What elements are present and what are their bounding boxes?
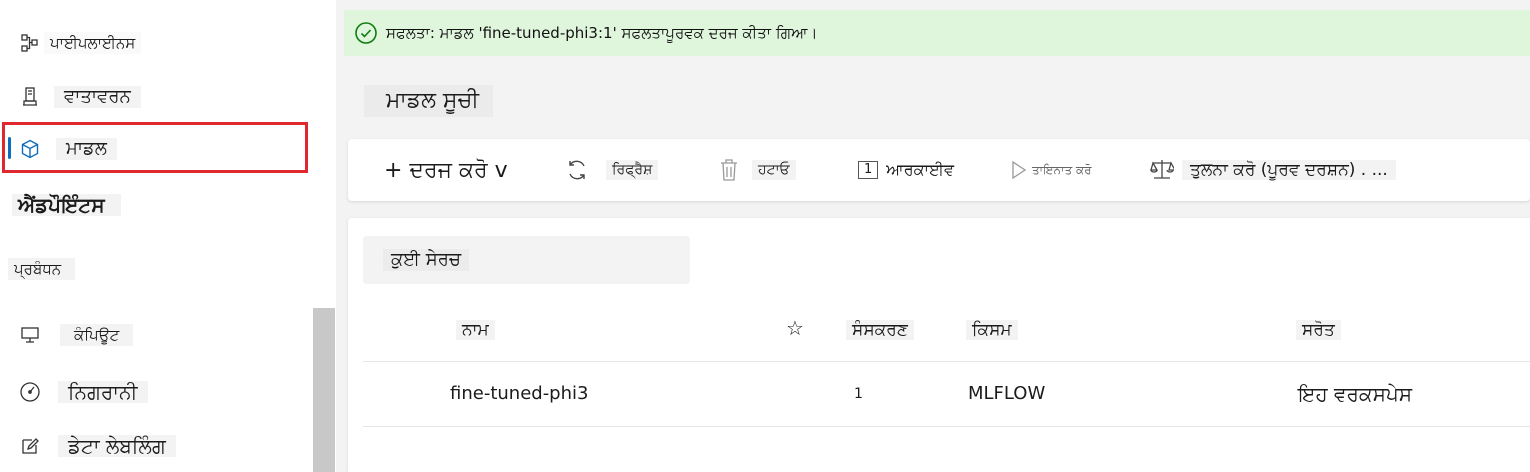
pipeline-icon [18,31,42,55]
sidebar-item-label: ਪਾਈਪਲਾਈਨਸ [44,32,142,54]
notification-text: ਸਫਲਤਾ: ਮਾਡਲ 'fine-tuned-phi3:1' ਸਫਲਤਾਪੂਰ… [386,24,818,42]
refresh-button[interactable]: ਰਿਫ੍ਰੈਸ਼ [564,139,659,201]
archive-count-badge: 1 [858,161,879,179]
sidebar-item-compute[interactable]: ਕੰਪਿਊਟ [0,322,312,348]
computer-icon [18,323,42,347]
sidebar-item-endpoints[interactable]: ਐਂਡਪੌਇੰਟਸ [0,192,312,220]
edit-icon [18,434,42,458]
page-title: ਮਾਡਲ ਸੂਚੀ [364,85,494,117]
deploy-button[interactable]: ਤਾਇਨਾਤ ਕਰੋ [1010,139,1092,201]
cell-version: 1 [854,386,863,402]
sidebar-section-manage: ਪ੍ਰਬੰਧਨ [0,256,312,280]
trash-icon [721,159,737,181]
search-input[interactable]: ਕੁਈ ਸੇਰਚ [363,236,690,284]
refresh-label: ਰਿਫ੍ਰੈਸ਼ [606,160,659,180]
sidebar-item-environments[interactable]: ਵਾਤਾਵਰਨ [0,84,312,110]
play-icon [1012,160,1027,180]
column-header-name[interactable]: ਨਾਮ [456,318,495,342]
delete-label: ਹਟਾਓ [752,160,796,180]
archive-button[interactable]: 1 ਆਰਕਾਈਵ [858,139,954,201]
sidebar-item-label: ਕੰਪਿਊਟ [60,324,134,346]
sidebar-item-data-labeling[interactable]: ਡੇਟਾ ਲੇਬਲਿੰਗ [0,432,312,460]
compare-button[interactable]: ਤੁਲਨਾ ਕਰੋ (ਪੂਰਵ ਦਰਸ਼ਨ) . ... [1150,139,1396,201]
compare-label: ਤੁਲਨਾ ਕਰੋ (ਪੂਰਵ ਦਰਸ਼ਨ) . ... [1182,160,1396,180]
sidebar-item-label: ਮਾਡਲ [56,138,117,160]
deploy-label: ਤਾਇਨਾਤ ਕਰੋ [1032,162,1092,177]
header-divider [363,361,1530,362]
row-divider [363,426,1530,427]
gauge-icon [18,380,42,404]
sidebar-nav: ਪਾਈਪਲਾਈਨਸ ਵਾਤਾਵਰਨ ਮਾਡਲ ਐਂਡਪੌਇੰਟਸ ਪ੍ਰਬੰਧਨ [0,0,312,472]
header-source-label: ਸਰੋਤ [1296,320,1341,340]
sidebar-item-label: ਨਿਗਰਾਨੀ [58,381,148,403]
sidebar-scrollbar-thumb[interactable] [313,308,335,472]
register-label: + ਦਰਜ ਕਰੋ v [384,157,508,183]
sidebar-item-label: ਡੇਟਾ ਲੇਬਲਿੰਗ [58,435,176,457]
scale-icon [1150,160,1174,179]
cell-model-name[interactable]: fine-tuned-phi3 [450,381,588,407]
sidebar-item-monitoring[interactable]: ਨਿਗਰਾਨੀ [0,378,312,406]
header-version-label: ਸੰਸਕਰਣ [846,320,914,340]
search-placeholder: ਕੁਈ ਸੇਰਚ [383,249,469,271]
environment-icon [18,85,42,109]
sidebar-item-label: ਵਾਤਾਵਰਨ [54,86,141,108]
cube-icon [18,137,42,161]
sidebar-item-pipelines[interactable]: ਪਾਈਪਲਾਈਨਸ [0,30,312,56]
column-header-version[interactable]: ਸੰਸਕਰਣ [846,318,914,342]
cell-type: MLFLOW [968,383,1046,404]
star-icon[interactable]: ☆ [786,316,804,340]
column-header-type[interactable]: ਕਿਸਮ [966,318,1018,342]
sidebar-item-label: ਐਂਡਪੌਇੰਟਸ [12,194,121,216]
register-button[interactable]: + ਦਰਜ ਕਰੋ v [384,139,508,201]
archive-label: ਆਰਕਾਈਵ [886,160,954,179]
command-bar: + ਦਰਜ ਕਰੋ v ਰਿਫ੍ਰੈਸ਼ ਹਟਾਓ 1 ਆਰਕਾਈਵ ਤਾਇਨਾ… [348,139,1530,201]
success-check-icon [355,22,377,44]
refresh-icon [569,160,585,180]
header-name-label: ਨਾਮ [456,320,495,340]
column-header-source[interactable]: ਸਰੋਤ [1296,318,1341,342]
delete-button[interactable]: ਹਟਾਓ [718,139,796,201]
sidebar-item-models[interactable]: ਮਾਡਲ [0,136,312,162]
header-type-label: ਕਿਸਮ [966,320,1018,340]
cell-source: ਇਹ ਵਰਕਸਪੇਸ [1298,382,1413,406]
success-notification: ਸਫਲਤਾ: ਮਾਡਲ 'fine-tuned-phi3:1' ਸਫਲਤਾਪੂਰ… [344,10,1530,56]
section-heading: ਪ੍ਰਬੰਧਨ [8,258,76,280]
